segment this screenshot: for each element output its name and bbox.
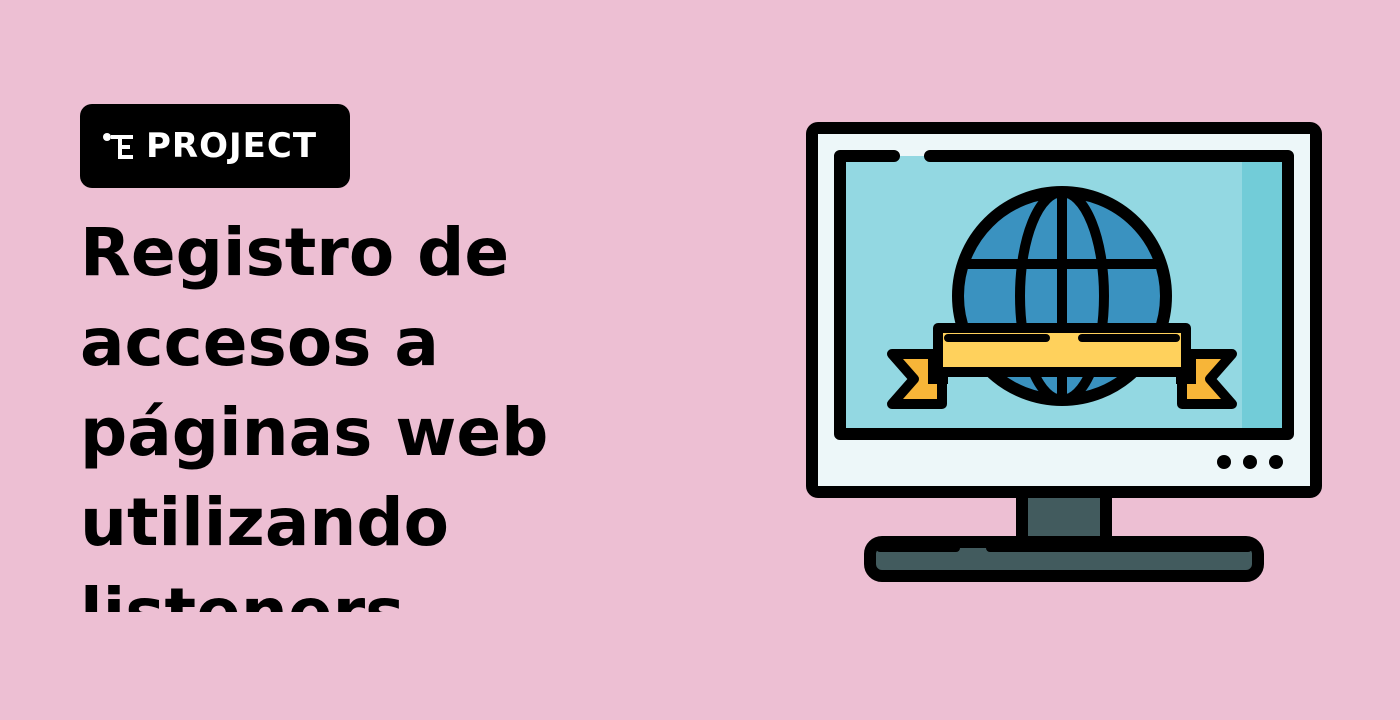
page-title: Registro de accesos a páginas web utiliz…	[80, 214, 549, 612]
project-tree-icon	[102, 128, 138, 164]
project-badge: PROJECT	[80, 104, 350, 188]
monitor-globe-banner-icon	[800, 116, 1328, 588]
title-container: Registro de accesos a páginas web utiliz…	[80, 208, 640, 612]
badge-label: PROJECT	[146, 126, 318, 166]
